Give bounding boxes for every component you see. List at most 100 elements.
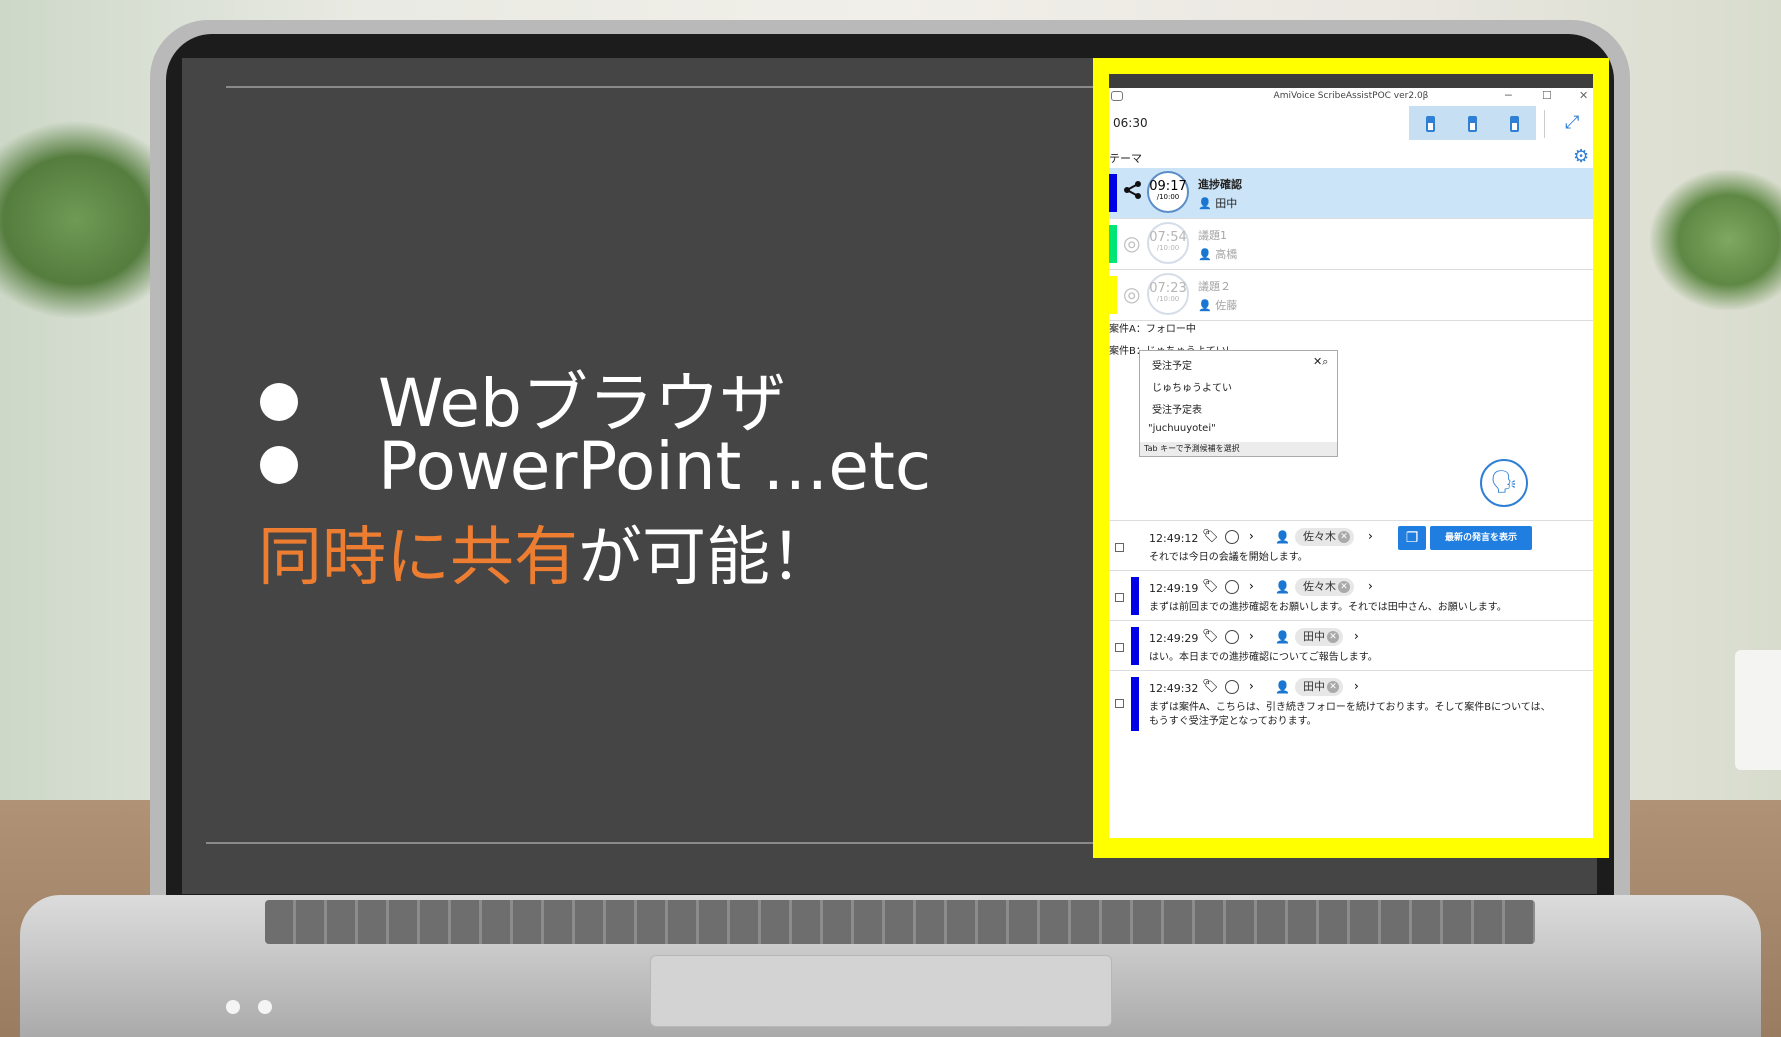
tag-icon[interactable]: 🏷 — [1202, 629, 1219, 644]
log-time: 12:49:29 — [1149, 632, 1199, 645]
speaker-chip[interactable]: 田中 ✕ — [1295, 628, 1343, 646]
tag-icon[interactable]: 🏷 — [1202, 679, 1219, 694]
laptop-led — [258, 1000, 272, 1014]
speaker-icon[interactable]: 🗣 — [1480, 459, 1528, 507]
person-icon: 👤 — [1275, 530, 1290, 544]
remove-icon[interactable]: ✕ — [1327, 631, 1339, 643]
log-color-bar — [1131, 677, 1139, 731]
gear-icon[interactable]: ⚙ — [1573, 146, 1589, 167]
laptop-led — [226, 1000, 240, 1014]
check-circle-icon[interactable]: ◎ — [1123, 282, 1140, 306]
agenda-item[interactable]: 09:17/10:00 進捗確認 👤 田中 — [1109, 168, 1593, 219]
ime-hint: Tab キーで予測候補を選択 — [1140, 442, 1337, 456]
status-circle-icon[interactable] — [1225, 530, 1239, 544]
chevron-right-icon[interactable]: › — [1249, 529, 1254, 543]
status-circle-icon[interactable] — [1225, 630, 1239, 644]
chevron-right-icon[interactable]: › — [1249, 679, 1254, 693]
log-time: 12:49:32 — [1149, 682, 1199, 695]
chevron-right-icon[interactable]: › — [1368, 529, 1373, 543]
chevron-right-icon[interactable]: › — [1354, 629, 1359, 643]
person-icon: 👤 — [1275, 630, 1290, 644]
log-checkbox[interactable] — [1115, 643, 1124, 652]
agenda-person: 👤 佐藤 — [1198, 299, 1238, 312]
log-text: それでは今日の会議を開始します。 — [1149, 552, 1308, 563]
agenda-person: 👤 田中 — [1198, 197, 1238, 210]
ime-candidate[interactable]: 受注予定表 — [1152, 401, 1202, 416]
check-circle-icon[interactable]: ◎ — [1123, 231, 1140, 255]
remove-icon[interactable]: ✕ — [1338, 531, 1350, 543]
tag-icon[interactable]: 🏷 — [1202, 579, 1219, 594]
bullet-icon — [260, 445, 298, 484]
slide-bullet: PowerPoint …etc — [260, 428, 931, 505]
status-circle-icon[interactable] — [1225, 680, 1239, 694]
log-text: まずは案件A、こちらは、引き続きフォローを続けております。そして案件Bについては… — [1149, 702, 1551, 713]
agenda-clock: 09:17/10:00 — [1147, 171, 1189, 213]
ime-candidate[interactable]: "juchuuyotei" — [1148, 423, 1216, 434]
slide-rule-top — [226, 86, 1096, 88]
close-search-icon[interactable]: ✕⌕ — [1313, 355, 1328, 369]
titlebar: AmiVoice ScribeAssistPOC ver2.0β ─ ☐ ✕ — [1109, 88, 1593, 104]
log-entry: 12:49:29 🏷 › 👤 田中 ✕ › はい。本日までの進捗確認についてご報告… — [1109, 620, 1593, 671]
bullet-icon — [260, 382, 298, 421]
app-topbar — [1109, 74, 1593, 88]
log-entry: 12:49:32 🏷 › 👤 田中 ✕ › まずは案件A、こちらは、引き続きフォロ… — [1109, 670, 1593, 737]
log-checkbox[interactable] — [1115, 699, 1124, 708]
ime-candidate[interactable]: じゅちゅうよてい — [1152, 379, 1232, 394]
chevron-right-icon[interactable]: › — [1249, 629, 1254, 643]
speaker-chip[interactable]: 佐々木 ✕ — [1295, 528, 1354, 546]
background-plant-right — [1650, 170, 1781, 310]
chevron-right-icon[interactable]: › — [1249, 579, 1254, 593]
log-text: まずは前回までの進捗確認をお願いします。それでは田中さん、お願いします。 — [1149, 602, 1507, 613]
log-entry: 12:49:19 🏷 › 👤 佐々木 ✕ › まずは前回までの進捗確認をお願いしま… — [1109, 570, 1593, 621]
agenda-item[interactable]: ◎ 07:23/10:00 議題２ 👤 佐藤 — [1109, 270, 1593, 321]
layout-switcher — [1409, 106, 1536, 140]
agenda-clock: 07:23/10:00 — [1147, 273, 1189, 315]
toolbar-divider — [1544, 110, 1545, 138]
ime-candidate-list: 受注予定 ✕⌕ じゅちゅうよてい 受注予定表 "juchuuyotei" Tab… — [1139, 350, 1338, 457]
chevron-right-icon[interactable]: › — [1368, 579, 1373, 593]
maximize-icon[interactable]: ☐ — [1542, 88, 1552, 104]
tag-icon[interactable]: 🏷 — [1202, 529, 1219, 544]
app-window: AmiVoice ScribeAssistPOC ver2.0β ─ ☐ ✕ 0… — [1109, 74, 1593, 838]
log-entry: 12:49:12 🏷 › 👤 佐々木 ✕ › それでは今日の会議を開始します。 — [1109, 520, 1593, 571]
log-checkbox[interactable] — [1115, 593, 1124, 602]
speaker-chip[interactable]: 佐々木 ✕ — [1295, 578, 1354, 596]
ime-candidate[interactable]: 受注予定 — [1152, 357, 1192, 372]
theme-label: テーマ — [1109, 152, 1142, 165]
slide-tagline: 同時に共有が可能！ — [258, 521, 834, 595]
speaker-chip[interactable]: 田中 ✕ — [1295, 678, 1343, 696]
layout-2-icon[interactable] — [1468, 116, 1477, 132]
editor-line: 案件A：フォロー中 — [1109, 324, 1196, 335]
person-icon: 👤 — [1275, 680, 1290, 694]
slide-rule-bottom — [206, 842, 1096, 844]
chevron-right-icon[interactable]: › — [1354, 679, 1359, 693]
app-icon — [1111, 91, 1123, 101]
share-icon[interactable] — [1123, 180, 1143, 205]
layout-3-icon[interactable] — [1510, 116, 1519, 132]
agenda-clock: 07:54/10:00 — [1147, 222, 1189, 264]
log-color-bar — [1131, 577, 1139, 615]
toolbar: 06:30 ⤢ — [1109, 104, 1593, 146]
agenda-item[interactable]: ◎ 07:54/10:00 議題1 👤 高橋 — [1109, 219, 1593, 270]
background-cup — [1735, 650, 1781, 770]
minimize-icon[interactable]: ─ — [1505, 88, 1512, 104]
remove-icon[interactable]: ✕ — [1327, 681, 1339, 693]
agenda-person: 👤 高橋 — [1198, 248, 1238, 261]
log-checkbox[interactable] — [1115, 543, 1124, 552]
expand-icon[interactable]: ⤢ — [1565, 112, 1579, 133]
agenda-color-bar — [1109, 225, 1117, 263]
status-circle-icon[interactable] — [1225, 580, 1239, 594]
laptop-keyboard — [265, 900, 1535, 944]
layout-1-icon[interactable] — [1426, 116, 1435, 132]
window-title: AmiVoice ScribeAssistPOC ver2.0β — [1273, 91, 1429, 101]
laptop-trackpad — [650, 955, 1112, 1027]
log-text: はい。本日までの進捗確認についてご報告します。 — [1149, 652, 1378, 663]
agenda-title: 議題1 — [1198, 229, 1227, 242]
log-time: 12:49:19 — [1149, 582, 1199, 595]
remove-icon[interactable]: ✕ — [1338, 581, 1350, 593]
close-icon[interactable]: ✕ — [1579, 88, 1588, 104]
theme-row: テーマ ⚙ — [1109, 146, 1593, 168]
person-icon: 👤 — [1275, 580, 1290, 594]
log-color-bar — [1131, 627, 1139, 665]
elapsed-timer: 06:30 — [1113, 116, 1148, 130]
